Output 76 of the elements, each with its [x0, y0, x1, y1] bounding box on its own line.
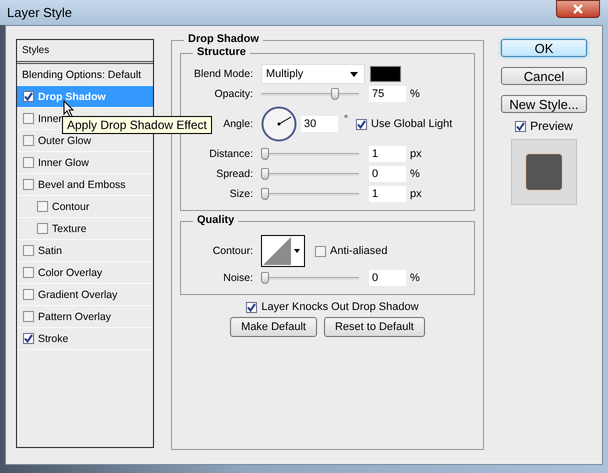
unit-label: %	[410, 88, 420, 100]
group-title: Structure	[193, 46, 250, 58]
unit-label: px	[410, 148, 422, 160]
group-title: Drop Shadow	[184, 33, 263, 45]
list-item[interactable]: Inner Glow	[17, 152, 153, 174]
value-field[interactable]: 1	[369, 146, 406, 162]
slider-thumb[interactable]	[261, 148, 269, 160]
checkbox[interactable]	[23, 113, 34, 124]
value-field[interactable]: 0	[369, 270, 406, 286]
checkbox[interactable]	[37, 201, 48, 212]
group-title: Quality	[193, 214, 238, 226]
checkbox[interactable]	[23, 267, 34, 278]
field-label: Spread:	[216, 168, 253, 180]
checkbox[interactable]	[23, 311, 34, 322]
unit-label: °	[344, 114, 348, 125]
field-label: Blend Mode:	[194, 68, 253, 80]
checkbox[interactable]	[23, 289, 34, 300]
caret-icon	[350, 72, 358, 76]
cursor-icon	[63, 100, 75, 118]
slider-thumb[interactable]	[261, 272, 269, 284]
list-item[interactable]: Stroke	[17, 328, 153, 350]
close-button[interactable]	[556, 0, 600, 18]
default-button[interactable]: Reset to Default	[324, 317, 425, 337]
checkbox[interactable]	[23, 245, 34, 256]
list-item[interactable]: Color Overlay	[17, 262, 153, 284]
value-field[interactable]: 75	[369, 86, 406, 102]
caret-icon	[294, 249, 300, 253]
checkbox-label: Preview	[530, 119, 573, 133]
field-label: Distance:	[209, 148, 253, 160]
field-label: Contour:	[212, 245, 253, 257]
tooltip: Apply Drop Shadow Effect	[62, 116, 212, 134]
value-field[interactable]: 0	[369, 166, 406, 182]
field-label: Noise:	[223, 272, 253, 284]
list-item[interactable]: Texture	[17, 218, 153, 240]
slider-thumb[interactable]	[331, 88, 340, 100]
unit-label: %	[410, 272, 420, 284]
checkbox[interactable]	[315, 246, 326, 256]
checkbox-label: Anti-aliased	[330, 245, 388, 257]
list-item[interactable]: Satin	[17, 240, 153, 262]
close-icon	[572, 4, 584, 14]
checkbox[interactable]	[23, 157, 34, 168]
slider-thumb[interactable]	[261, 168, 269, 180]
field-label: Size:	[230, 188, 253, 200]
checkbox-label: Layer Knocks Out Drop Shadow	[261, 301, 419, 313]
dialog-button[interactable]: New Style...	[501, 95, 587, 113]
checkbox[interactable]	[515, 120, 526, 132]
angle-field[interactable]: 30	[301, 116, 338, 132]
preview-thumbnail	[511, 139, 577, 205]
checkbox-label: Use Global Light	[371, 118, 452, 130]
list-item[interactable]: Bevel and Emboss	[17, 174, 153, 196]
checkbox[interactable]	[246, 302, 258, 312]
checkbox[interactable]	[23, 179, 34, 190]
contour-curve-icon	[263, 237, 291, 265]
list-item[interactable]: Contour	[17, 196, 153, 218]
unit-label: %	[410, 168, 420, 180]
dialog-button[interactable]: Cancel	[501, 67, 587, 85]
default-button[interactable]: Make Default	[230, 317, 317, 337]
dialog-button[interactable]: OK	[501, 39, 587, 57]
color-swatch[interactable]	[370, 66, 401, 82]
checkbox[interactable]	[356, 118, 367, 130]
list-header: Styles	[17, 40, 153, 64]
field-label: Opacity:	[214, 88, 253, 100]
value-field[interactable]: 1	[369, 186, 406, 202]
angle-dial[interactable]	[261, 106, 297, 142]
checkbox[interactable]	[23, 135, 34, 146]
checkbox[interactable]	[37, 223, 48, 234]
checkbox[interactable]	[23, 91, 34, 102]
unit-label: px	[410, 188, 422, 200]
blend-mode-dropdown[interactable]: Multiply	[261, 64, 365, 84]
list-item[interactable]: Gradient Overlay	[17, 284, 153, 306]
field-label: Angle:	[223, 118, 253, 130]
slider-thumb[interactable]	[261, 188, 269, 200]
contour-picker[interactable]	[261, 235, 305, 267]
list-item[interactable]: Pattern Overlay	[17, 306, 153, 328]
window-title: Layer Style	[7, 5, 72, 20]
checkbox[interactable]	[23, 333, 34, 344]
